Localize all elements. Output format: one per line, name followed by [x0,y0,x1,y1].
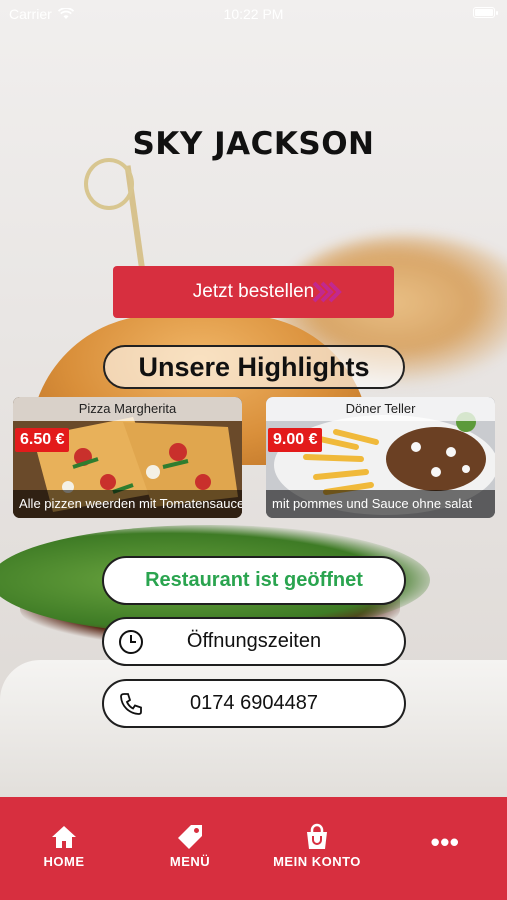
item-name: Döner Teller [266,397,495,421]
tab-label: HOME [43,854,85,869]
battery-icon [473,7,498,18]
highlights-title: Unsere Highlights [138,351,370,382]
highlight-card-pizza[interactable]: Pizza Margherita 6.50 € Alle pizzen weer… [13,397,242,518]
opening-hours-label: Öffnungszeiten [186,630,322,652]
home-icon [52,826,76,848]
opening-hours-button[interactable]: Öffnungszeiten [102,617,406,666]
open-status-label: Restaurant ist geöffnet [145,569,363,591]
item-description: mit pommes und Sauce ohne salat [266,490,495,518]
restaurant-open-status: Restaurant ist geöffnet [102,556,406,605]
tab-home[interactable]: HOME [37,823,91,869]
bag-icon [307,823,327,849]
status-time: 10:22 PM [223,6,284,22]
highlight-card-doner[interactable]: Döner Teller 9.00 € mit pommes und Sauce… [266,397,495,518]
tab-more[interactable]: ••• [425,829,465,855]
price-badge: 9.00 € [268,428,323,452]
status-bar: Carrier 10:22 PM [0,0,507,28]
phone-number: 0174 6904487 [190,692,318,714]
clock-icon [119,630,143,654]
highlights-heading: Unsere Highlights [103,345,405,389]
order-now-button[interactable]: Jetzt bestellen [113,266,394,318]
tab-my-account[interactable]: MEIN KONTO [265,823,369,869]
item-description: Alle pizzen weerden mit Tomatensauce,... [13,490,242,518]
phone-icon [120,693,142,715]
order-now-label: Jetzt bestellen [192,281,315,302]
tag-icon [178,825,202,849]
item-name: Pizza Margherita [13,397,242,421]
tab-menu[interactable]: MENÜ [160,823,220,869]
skewer-loop [84,158,134,210]
double-chevron-right-icon [312,281,342,303]
more-icon: ••• [430,827,460,857]
tab-label: MEIN KONTO [273,854,361,869]
tab-label: MENÜ [169,854,211,869]
price-badge: 6.50 € [15,428,70,452]
restaurant-name: SKY JACKSON [132,126,375,162]
phone-button[interactable]: 0174 6904487 [102,679,406,728]
tab-bar: HOME MENÜ MEIN KONTO ••• [0,797,507,900]
